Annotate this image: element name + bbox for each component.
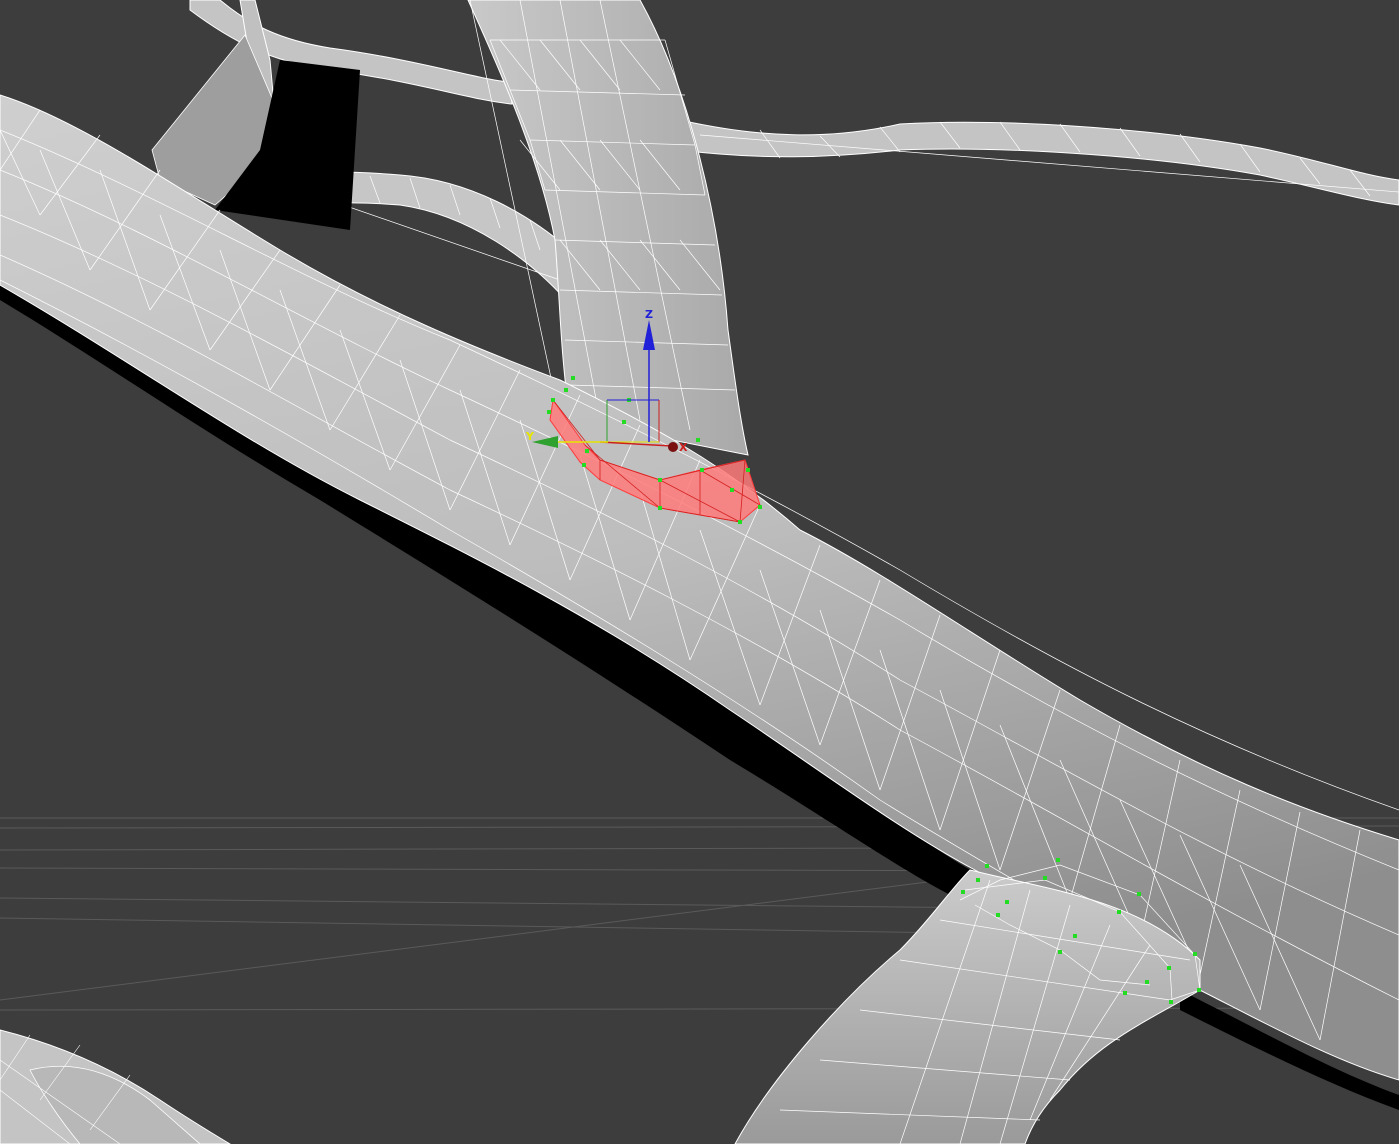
- gizmo-z-label: Z: [645, 308, 653, 321]
- 3d-viewport[interactable]: Z X Y: [0, 0, 1399, 1144]
- thin-branch-upper-right: [679, 119, 1399, 206]
- lower-left-branch: [0, 1029, 231, 1144]
- gizmo-y-label: Y: [525, 430, 535, 443]
- gizmo-x-label: X: [679, 441, 688, 454]
- viewport-scene[interactable]: Z X Y: [0, 0, 1399, 1144]
